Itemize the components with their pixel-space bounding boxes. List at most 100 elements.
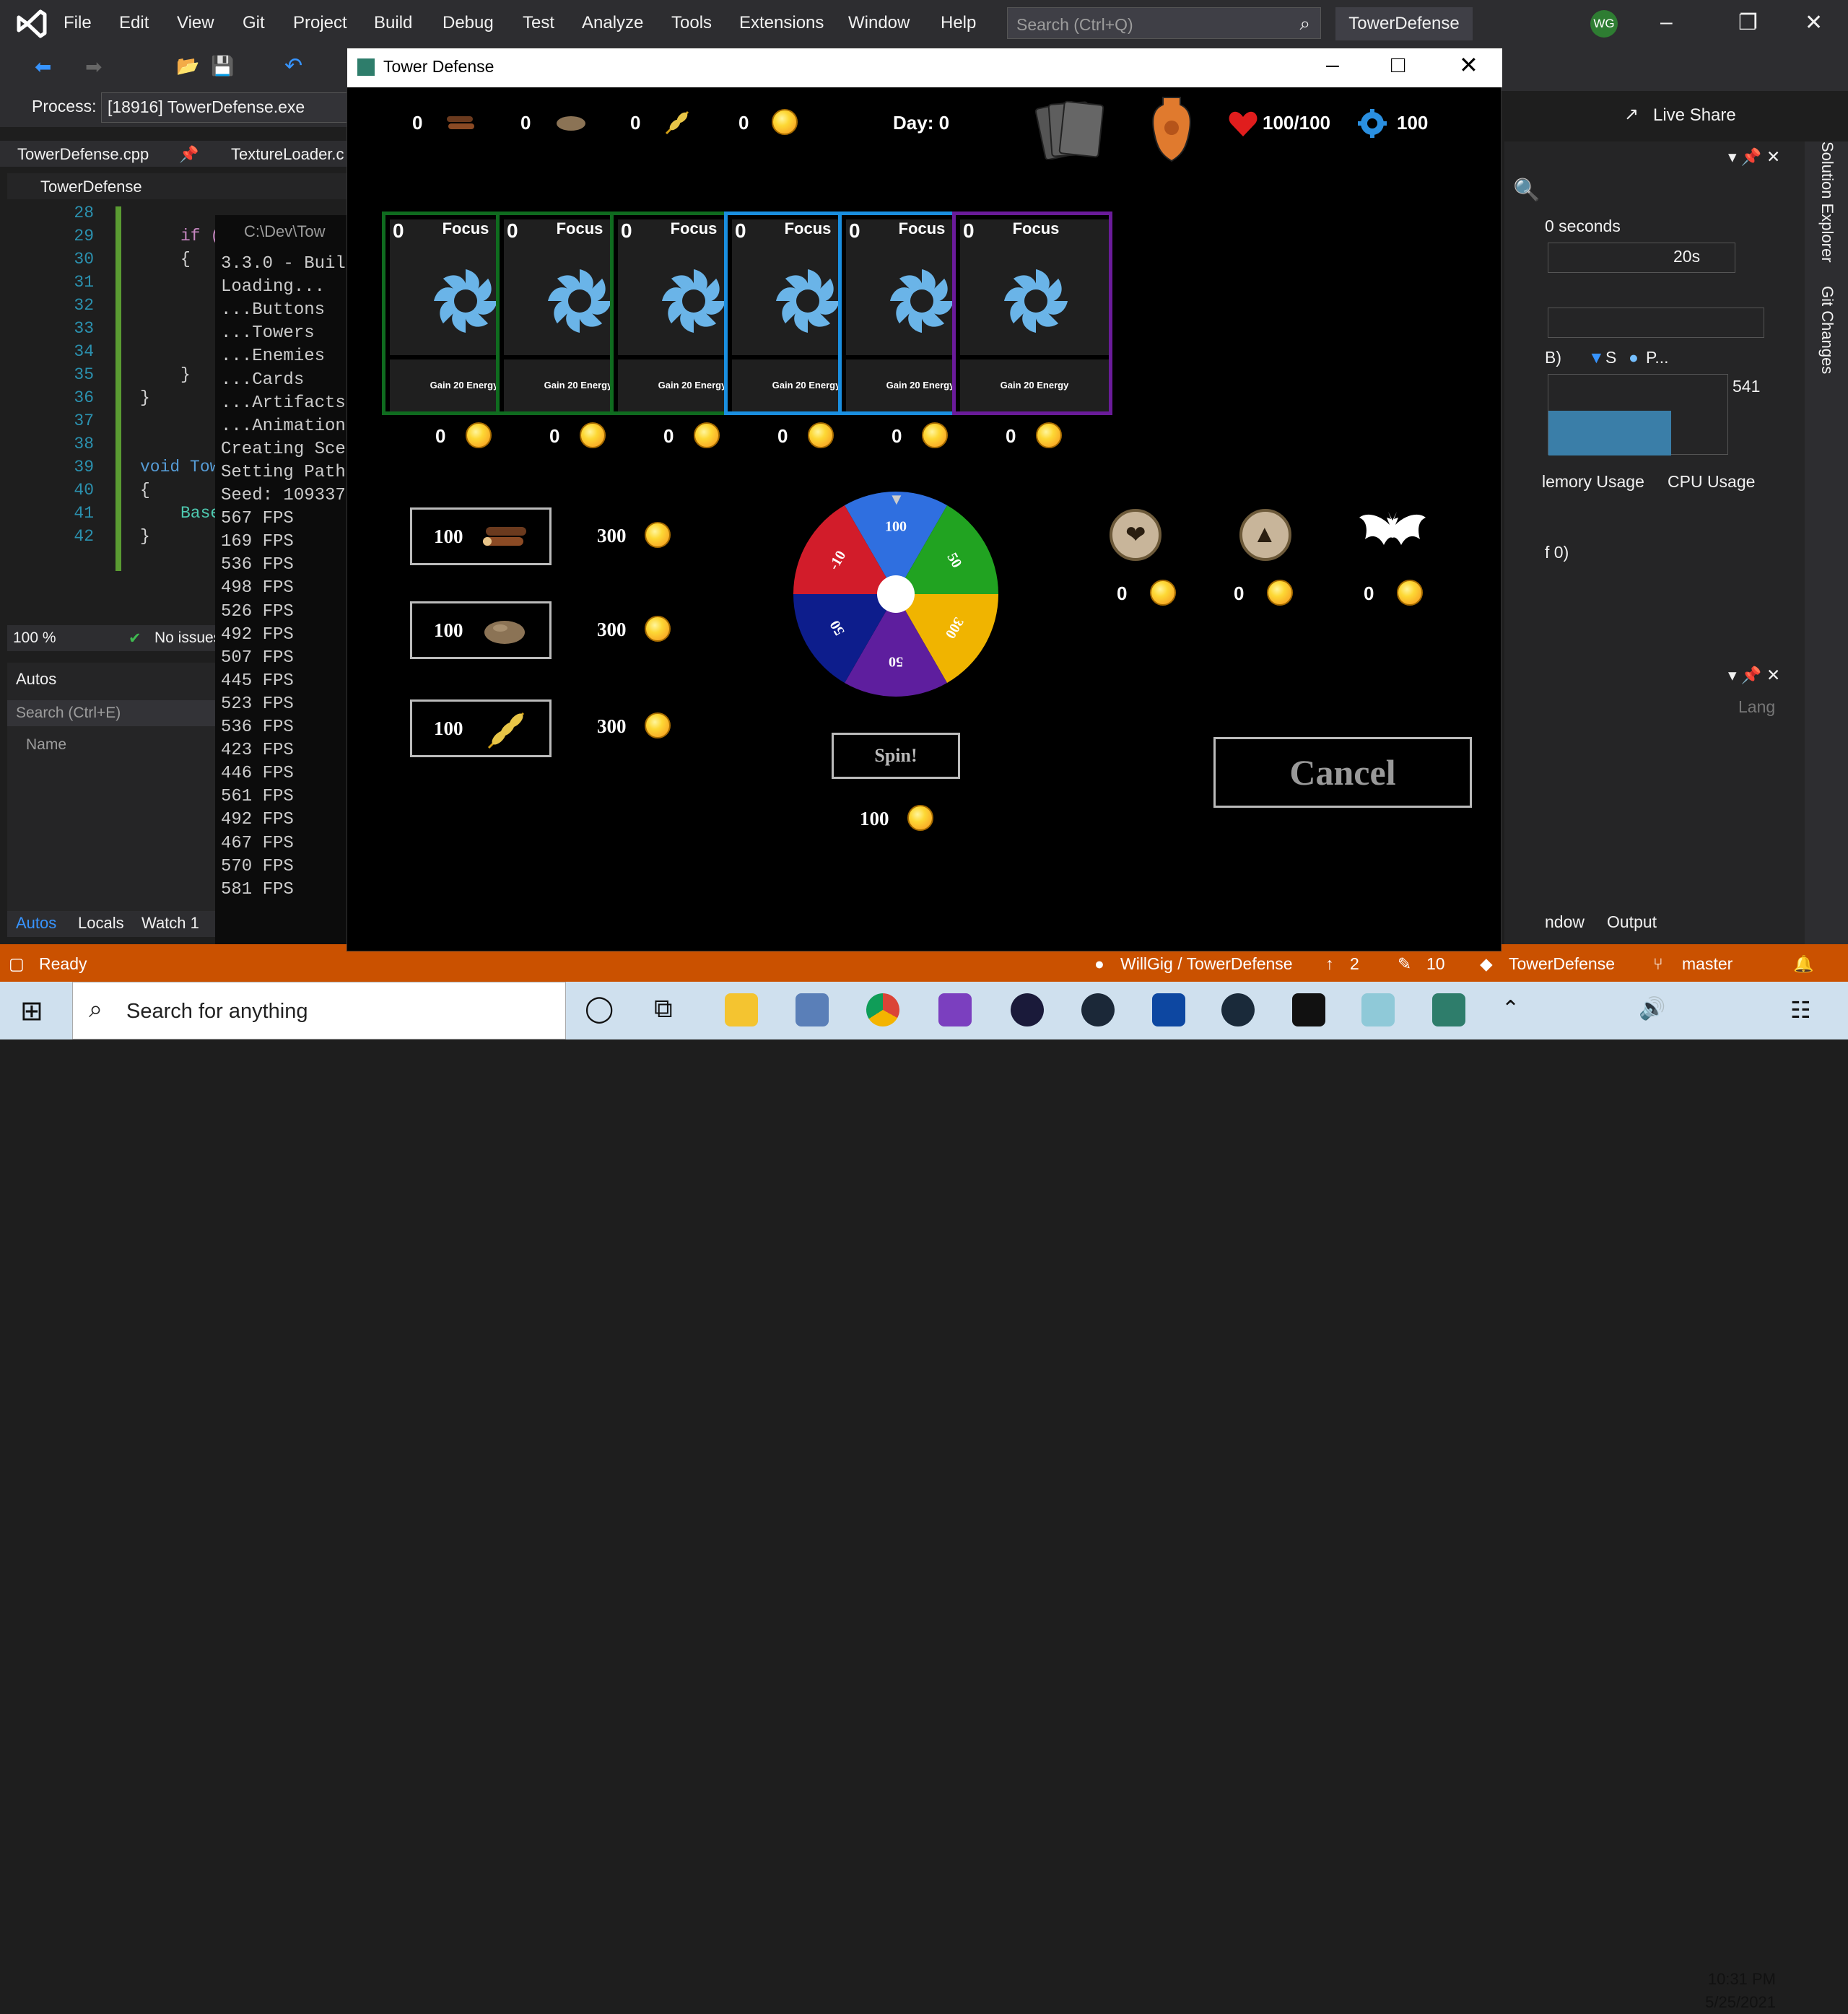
- game-minimize-button[interactable]: –: [1326, 51, 1339, 78]
- card-name: Focus: [1012, 219, 1060, 237]
- vs-minimize-button[interactable]: –: [1660, 10, 1673, 35]
- prize-wheel[interactable]: 100503005050-10: [790, 489, 1001, 699]
- clock[interactable]: 10:31 PM 5/25/2021: [1660, 1968, 1776, 2014]
- menu-project[interactable]: Project: [293, 13, 347, 33]
- git-changes-tab[interactable]: Git Changes: [1815, 286, 1836, 374]
- menu-edit[interactable]: Edit: [119, 13, 149, 33]
- deck-icon[interactable]: [1034, 97, 1107, 160]
- menu-window[interactable]: Window: [848, 13, 910, 33]
- menu-view[interactable]: View: [177, 13, 214, 33]
- tab-towerdefense-cpp[interactable]: TowerDefense.cpp: [17, 145, 149, 164]
- league-icon[interactable]: [1221, 993, 1255, 1026]
- menu-debug[interactable]: Debug: [443, 13, 494, 33]
- battlenet-icon[interactable]: [1152, 993, 1185, 1026]
- zoom-icon[interactable]: 🔍: [1513, 178, 1540, 203]
- coin-icon: [907, 805, 933, 831]
- coin-icon: [808, 422, 834, 448]
- wood-count: 0: [412, 112, 423, 134]
- windows-start-icon[interactable]: ⊞: [20, 995, 43, 1027]
- menu-git[interactable]: Git: [243, 13, 265, 33]
- game-launcher-icon[interactable]: [1292, 993, 1325, 1026]
- tab-locals[interactable]: Locals: [78, 914, 124, 933]
- forward-icon[interactable]: ➡: [85, 55, 102, 79]
- card-price: 0: [777, 425, 788, 447]
- menu-extensions[interactable]: Extensions: [739, 13, 824, 33]
- zoom-level[interactable]: 100 %: [13, 629, 56, 647]
- solution-explorer-tab[interactable]: Solution Explorer: [1815, 141, 1836, 263]
- line-number: 34: [74, 342, 94, 361]
- open-folder-icon[interactable]: 📂: [176, 55, 199, 77]
- artifact-price: 0: [1364, 583, 1374, 604]
- artifact-pouch-icon[interactable]: ❤: [1110, 509, 1161, 561]
- notification-icon[interactable]: 🔔: [1793, 954, 1814, 974]
- menu-build[interactable]: Build: [374, 13, 412, 33]
- menu-help[interactable]: Help: [941, 13, 976, 33]
- console-line: Setting Path: [221, 462, 346, 482]
- tower-defense-taskbar-icon[interactable]: [1432, 993, 1465, 1026]
- timeline-ruler[interactable]: [1548, 243, 1735, 273]
- buy-wheat-button[interactable]: 100: [410, 699, 552, 757]
- process-select[interactable]: [18916] TowerDefense.exe: [101, 92, 350, 123]
- spin-button[interactable]: Spin!: [832, 733, 960, 779]
- tab-textureloader[interactable]: TextureLoader.c: [231, 145, 344, 164]
- menu-test[interactable]: Test: [523, 13, 554, 33]
- console-line: ...Cards: [221, 370, 305, 390]
- cancel-button[interactable]: Cancel: [1213, 737, 1472, 808]
- cpu-usage-tab[interactable]: CPU Usage: [1668, 472, 1755, 492]
- diagnostic-tools-panel: 0 seconds 20s B) ▼ S ● P... 541 lemory U…: [1504, 141, 1805, 944]
- wheat-icon: [487, 712, 525, 749]
- buy-wood-button[interactable]: 100: [410, 507, 552, 565]
- volume-icon[interactable]: 🔊: [1639, 996, 1665, 1021]
- app-icon[interactable]: [1361, 993, 1395, 1026]
- chrome-icon[interactable]: [866, 993, 899, 1026]
- cortana-icon[interactable]: ◯: [585, 993, 614, 1024]
- pin-icon[interactable]: 📌: [179, 145, 199, 164]
- commits-ahead[interactable]: 2: [1350, 954, 1359, 974]
- live-share-button[interactable]: Live Share: [1653, 105, 1736, 126]
- no-issues-label[interactable]: No issues: [154, 629, 221, 647]
- bat-icon[interactable]: [1358, 507, 1427, 558]
- file-explorer-icon[interactable]: [725, 993, 758, 1026]
- menu-analyze[interactable]: Analyze: [582, 13, 643, 33]
- project-name[interactable]: TowerDefense: [1509, 954, 1615, 974]
- visual-studio-icon[interactable]: [938, 993, 972, 1026]
- vs-search-input[interactable]: Search (Ctrl+Q) ⌕: [1007, 7, 1321, 39]
- snipping-tool-icon[interactable]: [796, 993, 829, 1026]
- game-maximize-button[interactable]: □: [1391, 51, 1405, 78]
- stone-count: 0: [520, 112, 531, 134]
- tab-watch-1[interactable]: Watch 1: [141, 914, 199, 933]
- tab-output[interactable]: Output: [1607, 912, 1657, 932]
- vase-artifact-icon[interactable]: [1150, 95, 1193, 164]
- save-icon[interactable]: 💾: [211, 55, 234, 77]
- task-view-icon[interactable]: ⧉: [654, 993, 673, 1024]
- tab-window[interactable]: ndow: [1545, 912, 1585, 932]
- panel-options-icon[interactable]: ▾ 📌 ✕: [1728, 147, 1780, 167]
- game-close-button[interactable]: ✕: [1459, 51, 1478, 79]
- artifact-beast-icon[interactable]: ▲: [1239, 509, 1291, 561]
- status-ready: Ready: [39, 954, 87, 973]
- buy-stone-button[interactable]: 100: [410, 601, 552, 659]
- repo-name[interactable]: WillGig / TowerDefense: [1120, 954, 1293, 974]
- menu-tools[interactable]: Tools: [671, 13, 712, 33]
- undo-icon[interactable]: ↶: [284, 53, 302, 79]
- autos-search-input[interactable]: Search (Ctrl+E): [7, 700, 217, 726]
- action-center-icon[interactable]: ☷: [1790, 996, 1811, 1024]
- vs-close-button[interactable]: ✕: [1805, 10, 1823, 35]
- steam-icon[interactable]: [1081, 993, 1115, 1026]
- vs-restore-button[interactable]: ❐: [1738, 10, 1758, 35]
- branch-name[interactable]: master: [1682, 954, 1732, 974]
- taskbar-search-input[interactable]: ⌕ Search for anything: [72, 982, 566, 1039]
- panel-options-icon[interactable]: ▾ 📌 ✕: [1728, 666, 1780, 685]
- tray-chevron-icon[interactable]: ⌃: [1502, 996, 1520, 1021]
- line-number: 38: [74, 435, 94, 453]
- eclipse-icon[interactable]: [1011, 993, 1044, 1026]
- menu-file[interactable]: File: [64, 13, 92, 33]
- changes-count[interactable]: 10: [1426, 954, 1445, 974]
- user-avatar[interactable]: WG: [1590, 10, 1618, 38]
- memory-usage-tab[interactable]: lemory Usage: [1542, 472, 1644, 492]
- beast-glyph: ▲: [1252, 520, 1277, 548]
- shop-card[interactable]: 0 Focus Gain 20 Energy: [952, 212, 1112, 415]
- file-navigation-bar[interactable]: TowerDefense: [7, 173, 346, 199]
- tab-autos[interactable]: Autos: [16, 914, 56, 933]
- back-icon[interactable]: ⬅: [35, 55, 51, 79]
